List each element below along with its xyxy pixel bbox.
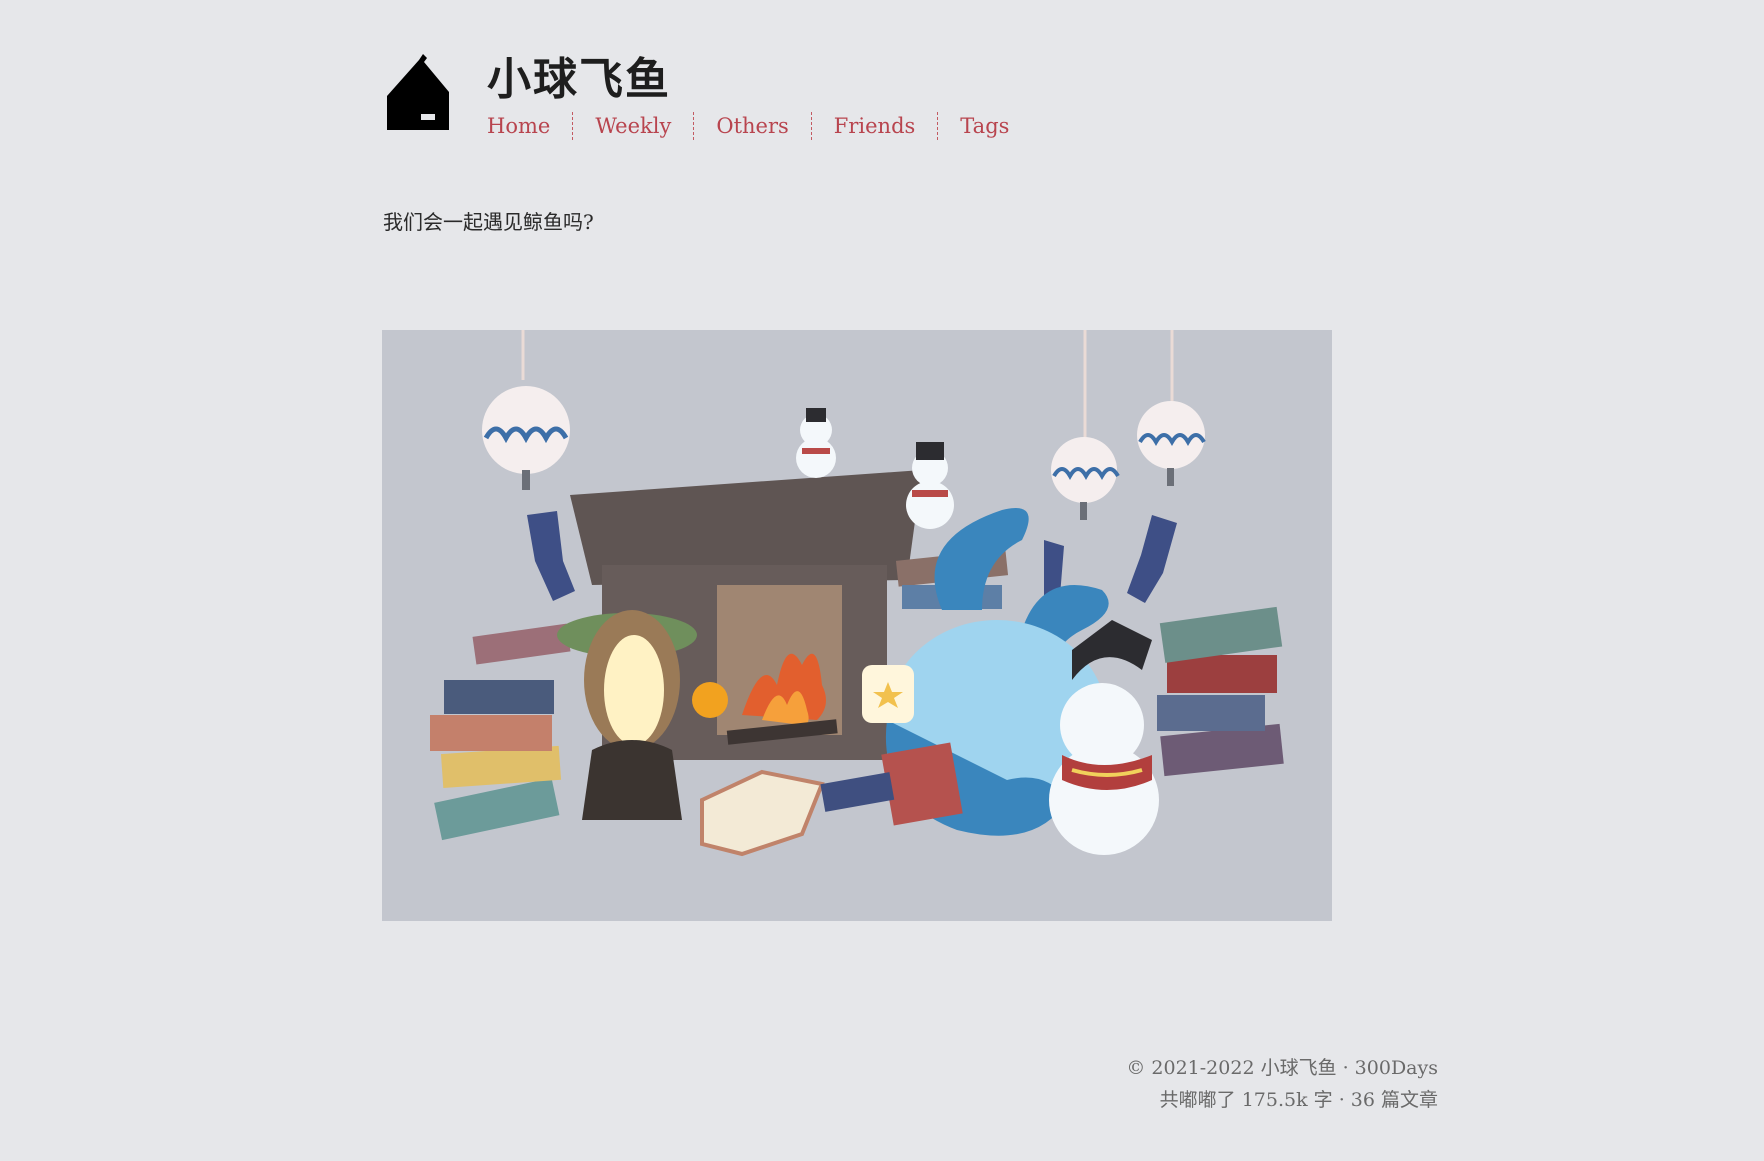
house-tent-icon	[387, 54, 449, 130]
nav-weekly[interactable]: Weekly	[572, 112, 693, 140]
site-logo-link[interactable]	[383, 52, 455, 132]
page: 小球飞鱼 Home Weekly Others Friends Tags 我们会…	[0, 0, 1764, 1161]
copyright-text: © 2021-2022 小球飞鱼 · 300Days	[1126, 1057, 1438, 1079]
wind-chime-right	[1137, 401, 1206, 486]
nav-home[interactable]: Home	[487, 112, 572, 140]
hero-illustration	[382, 330, 1332, 921]
nav-tags[interactable]: Tags	[937, 112, 1031, 140]
nav-friends[interactable]: Friends	[810, 112, 938, 140]
tagline: 我们会一起遇见鲸鱼吗?	[383, 210, 594, 234]
main-nav: Home Weekly Others Friends Tags	[487, 112, 1031, 140]
site-footer: © 2021-2022 小球飞鱼 · 300Days 共嘟嘟了 175.5k 字…	[1126, 1052, 1438, 1116]
snowman-small-left	[796, 408, 836, 478]
wind-chime-left	[482, 386, 570, 490]
nav-others[interactable]: Others	[693, 112, 810, 140]
stats-text: 共嘟嘟了 175.5k 字 · 36 篇文章	[1159, 1089, 1438, 1111]
wind-chime-mid	[1051, 437, 1120, 520]
site-title[interactable]: 小球飞鱼	[487, 52, 671, 108]
